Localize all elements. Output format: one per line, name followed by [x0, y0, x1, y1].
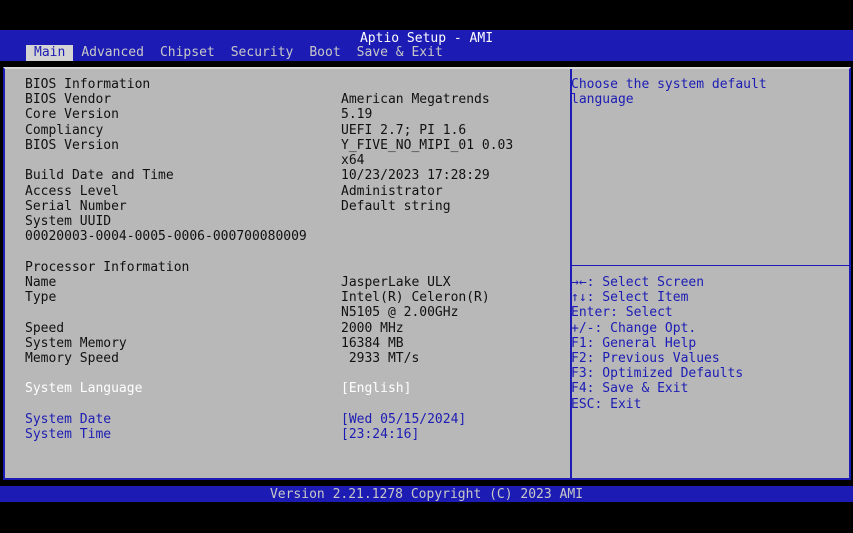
title-bar: Aptio Setup - AMI Main Advanced Chipset … [0, 30, 853, 61]
help-key-f4: F4: Save & Exit [571, 381, 689, 396]
bios-vendor-label: BIOS Vendor [25, 92, 112, 107]
compliancy-value: UEFI 2.7; PI 1.6 [341, 123, 467, 138]
processor-name-value: JasperLake ULX [341, 275, 451, 290]
help-description-line1: Choose the system default [571, 77, 767, 92]
help-key-f2: F2: Previous Values [571, 351, 720, 366]
serial-number-value: Default string [341, 199, 451, 214]
access-level-value: Administrator [341, 184, 443, 199]
bios-version-label: BIOS Version [25, 138, 119, 153]
main-panel: BIOS Information BIOS Vendor American Me… [3, 67, 851, 480]
bios-screen: Aptio Setup - AMI Main Advanced Chipset … [0, 0, 853, 533]
system-language-value[interactable]: [English] [341, 381, 411, 396]
processor-type-value: Intel(R) Celeron(R) [341, 290, 490, 305]
compliancy-label: Compliancy [25, 123, 104, 138]
serial-number-label: Serial Number [25, 199, 127, 214]
system-time-label[interactable]: System Time [25, 427, 111, 442]
access-level-label: Access Level [25, 184, 119, 199]
speed-label: Speed [25, 321, 65, 336]
help-key-esc: ESC: Exit [571, 397, 642, 412]
tab-security[interactable]: Security [223, 45, 302, 61]
help-key-f1: F1: General Help [571, 336, 697, 351]
system-uuid-label: System UUID [25, 214, 112, 229]
core-version-value: 5.19 [341, 107, 373, 122]
bios-version-value: Y_FIVE_NO_MIPI_01 0.03 [341, 138, 514, 153]
system-time-value[interactable]: [23:24:16] [341, 427, 419, 442]
tab-save-exit[interactable]: Save & Exit [349, 45, 451, 61]
memory-speed-label: Memory Speed [25, 351, 119, 366]
build-date-label: Build Date and Time [25, 168, 174, 183]
system-uuid-value: 00020003-0004-0005-0006-000700080009 [25, 229, 307, 244]
tab-chipset[interactable]: Chipset [152, 45, 223, 61]
panel-divider [570, 69, 572, 478]
help-key-f3: F3: Optimized Defaults [571, 366, 744, 381]
tab-boot[interactable]: Boot [301, 45, 348, 61]
memory-speed-value: 2933 MT/s [341, 351, 420, 366]
core-version-label: Core Version [25, 107, 119, 122]
system-date-value[interactable]: [Wed 05/15/2024] [341, 412, 466, 427]
version-text: Version 2.21.1278 Copyright (C) 2023 AMI [269, 487, 584, 502]
system-memory-label: System Memory [25, 336, 127, 351]
build-date-value: 10/23/2023 17:28:29 [341, 168, 490, 183]
help-key-select-screen: →←: Select Screen [571, 275, 705, 290]
processor-type-value-cont: N5105 @ 2.00GHz [341, 305, 459, 320]
system-date-label[interactable]: System Date [25, 412, 111, 427]
tab-advanced[interactable]: Advanced [73, 45, 152, 61]
bios-info-header: BIOS Information [25, 77, 151, 92]
speed-value: 2000 MHz [341, 321, 404, 336]
help-key-select-item: ↑↓: Select Item [571, 290, 689, 305]
processor-info-header: Processor Information [25, 260, 190, 275]
tab-main[interactable]: Main [26, 45, 74, 61]
bios-version-value-cont: x64 [341, 153, 365, 168]
help-description-line2: language [571, 92, 634, 107]
app-title: Aptio Setup - AMI [359, 31, 494, 46]
processor-type-label: Type [25, 290, 57, 305]
tab-bar: Main Advanced Chipset Security Boot Save… [26, 45, 451, 61]
help-key-change-opt: +/-: Change Opt. [571, 321, 697, 336]
footer-bar: Version 2.21.1278 Copyright (C) 2023 AMI [0, 486, 853, 502]
help-divider [572, 265, 849, 266]
system-language-label[interactable]: System Language [25, 381, 142, 396]
help-key-enter: Enter: Select [571, 305, 673, 320]
bios-vendor-value: American Megatrends [341, 92, 490, 107]
system-memory-value: 16384 MB [341, 336, 404, 351]
processor-name-label: Name [25, 275, 57, 290]
